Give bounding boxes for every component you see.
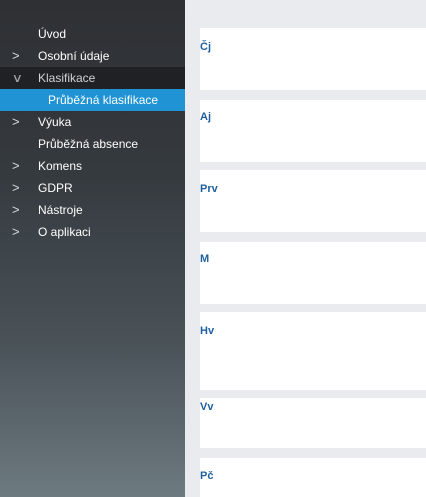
sidebar-item-prubezna-klasifikace[interactable]: Průběžná klasifikace [0, 89, 185, 111]
sidebar-item-nastroje[interactable]: > Nástroje [0, 199, 185, 221]
sidebar-item-label: Výuka [38, 115, 72, 129]
sidebar-item-label: GDPR [38, 181, 73, 195]
sidebar-item-label: O aplikaci [38, 225, 91, 239]
chevron-right-icon: > [12, 202, 20, 217]
subject-row-hv[interactable] [200, 312, 426, 390]
sidebar-item-komens[interactable]: > Komens [0, 155, 185, 177]
sidebar-item-label: Komens [38, 159, 83, 173]
subject-row-pc[interactable] [200, 458, 426, 497]
sidebar-nav: Úvod > Osobní údaje ∨ Klasifikace Průběž… [0, 0, 185, 497]
sidebar-item-o-aplikaci[interactable]: > O aplikaci [0, 221, 185, 243]
subject-label-vv: Vv [200, 401, 214, 413]
chevron-down-icon: ∨ [11, 71, 24, 85]
subject-label-m: M [200, 253, 210, 265]
chevron-right-icon: > [12, 224, 20, 239]
subject-label-prv: Prv [200, 183, 218, 195]
sidebar-item-klasifikace[interactable]: ∨ Klasifikace [0, 67, 185, 89]
sidebar-item-label: Průběžná klasifikace [48, 93, 159, 107]
grades-panel: Čj Aj Prv M Hv Vv Pč [185, 0, 426, 497]
chevron-right-icon: > [12, 158, 20, 173]
sidebar-item-label: Průběžná absence [38, 137, 139, 151]
subject-label-aj: Aj [200, 111, 211, 123]
subject-row-cj[interactable] [200, 28, 426, 90]
subject-row-prv[interactable] [200, 170, 426, 232]
subject-label-hv: Hv [200, 325, 215, 337]
chevron-right-icon: > [12, 114, 20, 129]
subject-row-vv[interactable] [200, 398, 426, 448]
subject-label-pc: Pč [200, 470, 214, 482]
subject-row-aj[interactable] [200, 100, 426, 162]
sidebar-item-label: Klasifikace [38, 71, 96, 85]
chevron-right-icon: > [12, 180, 20, 195]
sidebar-item-prubezna-absence[interactable]: Průběžná absence [0, 133, 185, 155]
sidebar-item-label: Úvod [38, 27, 67, 41]
subject-row-m[interactable] [200, 242, 426, 304]
sidebar-item-gdpr[interactable]: > GDPR [0, 177, 185, 199]
sidebar-item-label: Osobní údaje [38, 49, 110, 63]
subject-label-cj: Čj [200, 41, 211, 53]
chevron-right-icon: > [12, 48, 20, 63]
sidebar-item-uvod[interactable]: Úvod [0, 23, 185, 45]
sidebar-item-vyuka[interactable]: > Výuka [0, 111, 185, 133]
sidebar-item-osobni-udaje[interactable]: > Osobní údaje [0, 45, 185, 67]
sidebar-item-label: Nástroje [38, 203, 83, 217]
